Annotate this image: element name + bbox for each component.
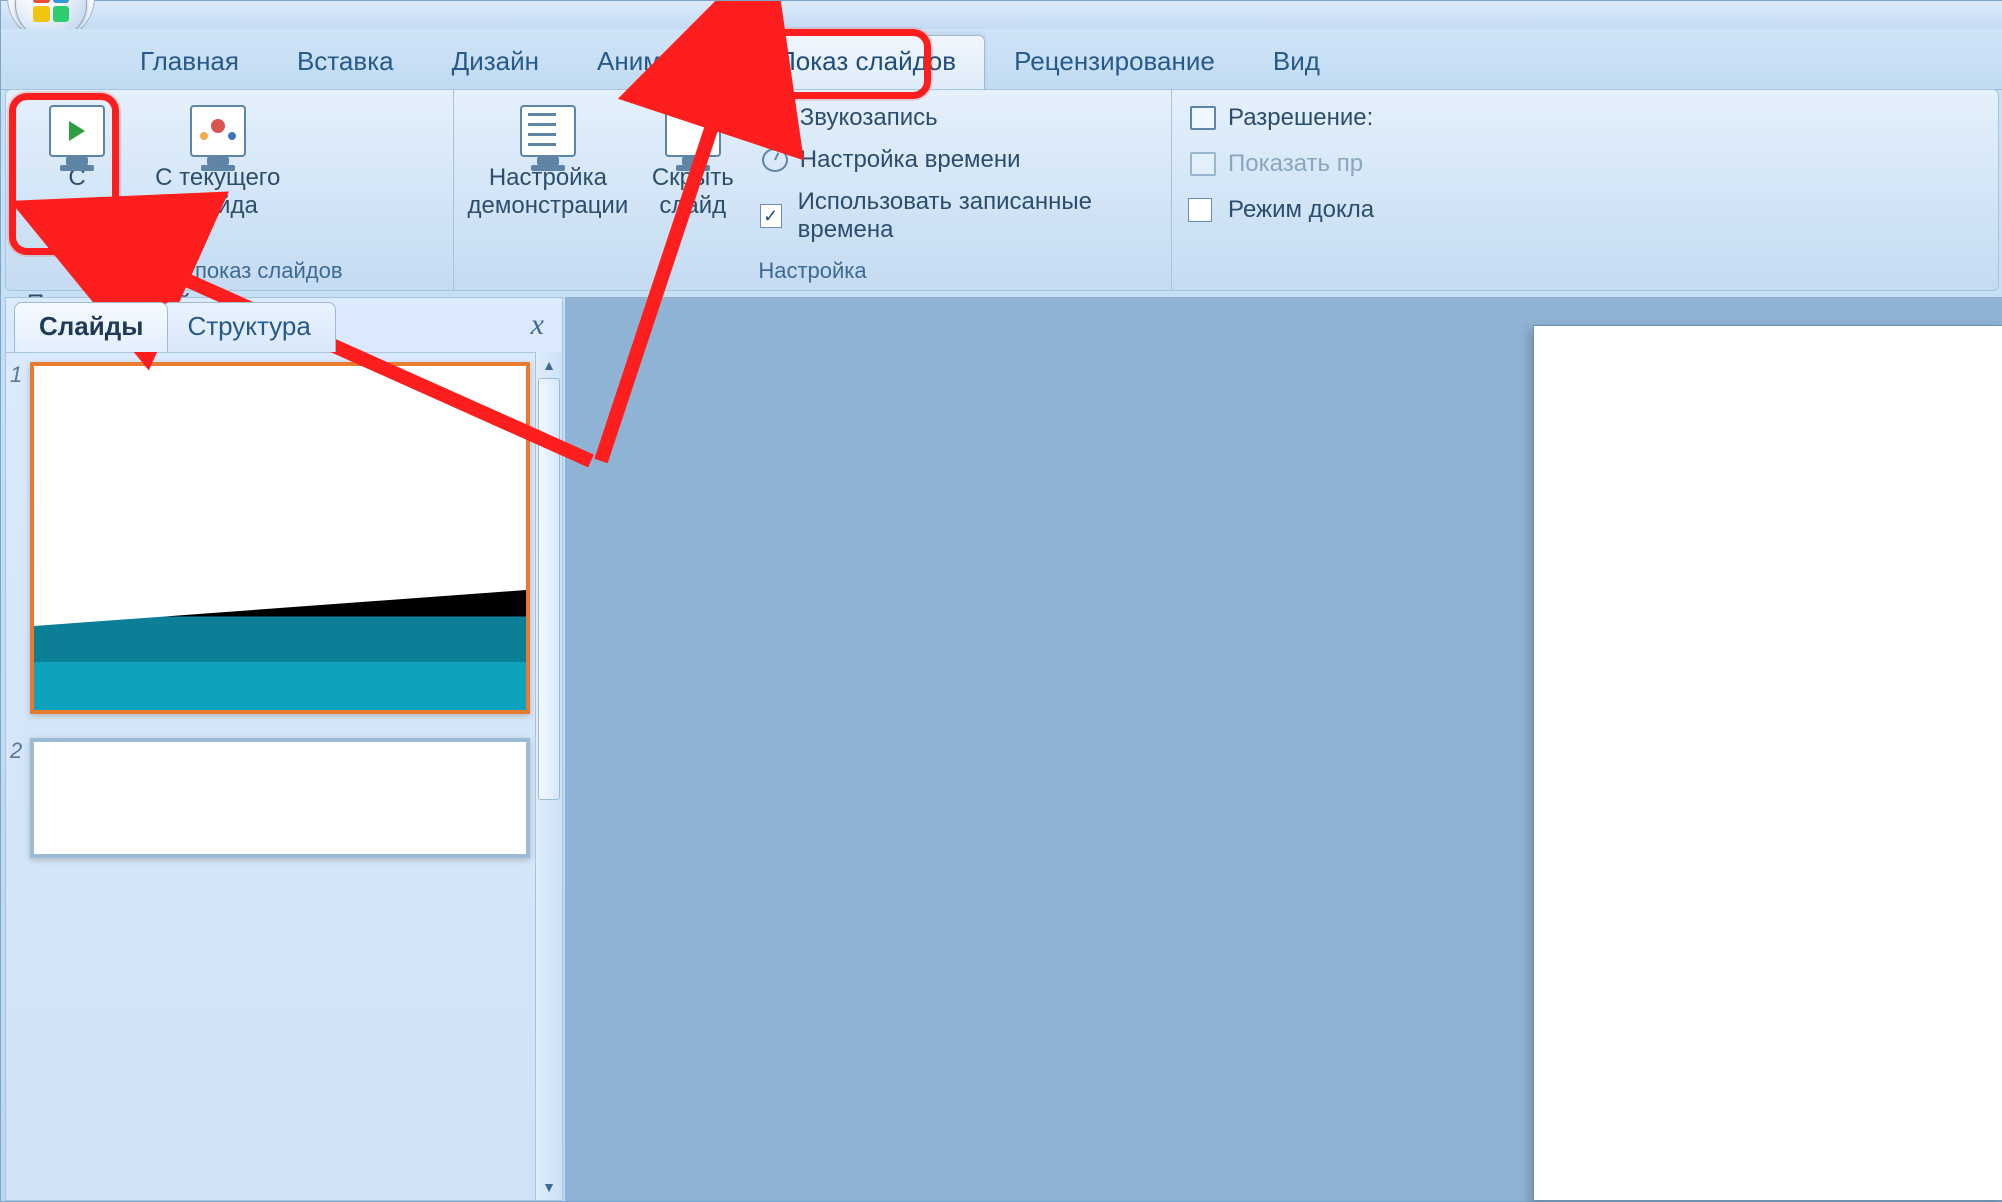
from-current-icon bbox=[190, 105, 246, 157]
slide-number: 1 bbox=[10, 362, 22, 388]
group-setup-title: Настройка bbox=[454, 258, 1171, 284]
from-beginning-label: С начала bbox=[37, 163, 116, 221]
tab-slideshow[interactable]: Показ слайдов bbox=[748, 35, 985, 89]
monitor2-icon bbox=[1188, 150, 1218, 178]
pane-close-button[interactable]: x bbox=[531, 308, 544, 342]
hide-slide-label: Скрыть слайд bbox=[652, 163, 734, 221]
show-on-label: Показать пр bbox=[1228, 150, 1363, 178]
scroll-track[interactable] bbox=[538, 378, 560, 1174]
show-on-row: Показать пр bbox=[1182, 146, 1988, 182]
presenter-view-checkbox[interactable]: Режим докла bbox=[1182, 192, 1988, 228]
record-narration-label: Звукозапись bbox=[800, 104, 938, 132]
setup-show-label: Настройка демонстрации bbox=[468, 163, 629, 221]
use-rehearsed-label: Использовать записанные времена bbox=[798, 188, 1155, 244]
monitor-icon bbox=[1188, 104, 1218, 132]
thumbnails-scrollbar[interactable]: ▲ ▼ bbox=[535, 352, 562, 1200]
ribbon-tabs: Главная Вставка Дизайн Анимация Показ сл… bbox=[1, 29, 2002, 90]
tab-review[interactable]: Рецензирование bbox=[985, 35, 1244, 89]
tab-insert[interactable]: Вставка bbox=[268, 35, 423, 89]
tab-design[interactable]: Дизайн bbox=[423, 35, 568, 89]
pane-tabs: Слайды Структура x bbox=[6, 298, 562, 353]
slide-wave-graphic bbox=[34, 590, 526, 710]
ribbon: С начала С текущего слайда Произвольный … bbox=[5, 89, 1999, 291]
group-setup: Настройка демонстрации Скрыть слайд Звук… bbox=[454, 90, 1172, 290]
record-narration-button[interactable]: Звукозапись bbox=[754, 100, 1161, 136]
scroll-thumb[interactable] bbox=[538, 378, 560, 800]
tab-home[interactable]: Главная bbox=[111, 35, 268, 89]
slide-thumb-1[interactable]: 1 bbox=[30, 362, 528, 714]
group-start-title: Начать показ слайдов bbox=[6, 258, 453, 284]
rehearse-timings-button[interactable]: Настройка времени bbox=[754, 142, 1161, 178]
hide-slide-button[interactable]: Скрыть слайд bbox=[632, 96, 754, 222]
from-beginning-button[interactable]: С начала bbox=[16, 96, 138, 222]
pane-tab-slides[interactable]: Слайды bbox=[14, 302, 168, 352]
setup-show-button[interactable]: Настройка демонстрации bbox=[464, 96, 632, 222]
checkbox-icon: ✓ bbox=[760, 204, 782, 228]
setup-show-icon bbox=[520, 105, 576, 157]
checkbox-empty-icon bbox=[1188, 198, 1212, 222]
slide-thumb-2[interactable]: 2 bbox=[30, 738, 528, 858]
office-logo-icon bbox=[33, 0, 69, 22]
pane-tab-outline[interactable]: Структура bbox=[162, 302, 335, 352]
scroll-down-icon[interactable]: ▼ bbox=[536, 1174, 562, 1200]
from-current-label: С текущего слайда bbox=[155, 163, 280, 221]
use-rehearsed-checkbox[interactable]: ✓ Использовать записанные времена bbox=[754, 184, 1161, 248]
record-narration-icon bbox=[760, 104, 790, 132]
tab-view[interactable]: Вид bbox=[1244, 35, 1349, 89]
scroll-up-icon[interactable]: ▲ bbox=[536, 352, 562, 378]
editor-area bbox=[565, 297, 2002, 1201]
hide-slide-icon bbox=[665, 105, 721, 157]
group-monitors: Разрешение: Показать пр Режим докла bbox=[1172, 90, 1998, 290]
slides-pane: Слайды Структура x 1 2 ▲ ▼ bbox=[5, 297, 563, 1201]
presenter-view-label: Режим докла bbox=[1228, 196, 1374, 224]
resolution-label: Разрешение: bbox=[1228, 104, 1373, 132]
group-start-slideshow: С начала С текущего слайда Произвольный … bbox=[6, 90, 454, 290]
slide-number: 2 bbox=[10, 738, 22, 764]
resolution-row[interactable]: Разрешение: bbox=[1182, 100, 1988, 136]
rehearse-timings-label: Настройка времени bbox=[800, 146, 1021, 174]
slide-preview bbox=[30, 362, 530, 714]
from-current-button[interactable]: С текущего слайда bbox=[144, 96, 291, 222]
slide-preview bbox=[30, 738, 530, 858]
rehearse-timings-icon bbox=[760, 146, 790, 174]
title-bar bbox=[1, 1, 2002, 30]
thumbnails: 1 2 bbox=[6, 352, 536, 1200]
slide-canvas[interactable] bbox=[1533, 325, 2002, 1201]
tab-animation[interactable]: Анимация bbox=[568, 35, 748, 89]
from-beginning-icon bbox=[49, 105, 105, 157]
